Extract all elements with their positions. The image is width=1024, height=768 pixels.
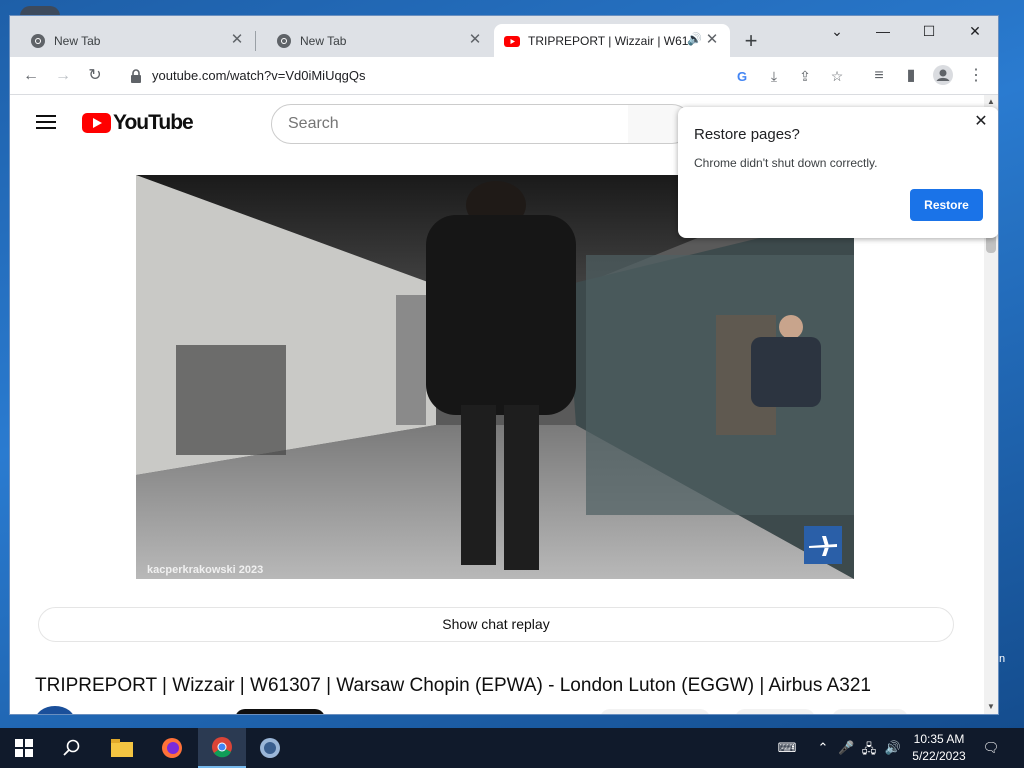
subscribe-button[interactable]: [235, 709, 325, 714]
reload-button[interactable]: ↻: [84, 65, 106, 87]
chrome-taskbar-button[interactable]: [198, 728, 246, 768]
lock-icon[interactable]: [128, 68, 144, 84]
file-explorer-button[interactable]: [98, 728, 146, 768]
chrome-favicon-icon: [276, 33, 292, 49]
share-icon[interactable]: ⇪: [796, 68, 814, 86]
new-tab-button[interactable]: +: [738, 29, 764, 55]
search-icon: [63, 739, 80, 756]
chrome-menu-icon[interactable]: ⋮: [965, 65, 987, 87]
tab-search-chevron-icon[interactable]: ⌄: [814, 16, 860, 46]
close-tab-icon[interactable]: ✕: [229, 32, 245, 48]
show-chat-replay-button[interactable]: Show chat replay: [38, 607, 954, 642]
share-button[interactable]: [735, 709, 815, 714]
desktop-edge-text: n: [999, 653, 1006, 665]
youtube-favicon-icon: [504, 33, 520, 49]
keyboard-icon[interactable]: ⌨: [776, 740, 798, 756]
system-clock[interactable]: 10:35 AM 5/22/2023: [908, 731, 970, 765]
scroll-down-arrow-icon[interactable]: ▼: [987, 702, 995, 711]
firefox-button[interactable]: [148, 728, 196, 768]
close-tab-icon[interactable]: ✕: [704, 32, 720, 48]
dialog-title: Restore pages?: [694, 126, 800, 143]
youtube-play-icon: [82, 113, 111, 133]
forward-button[interactable]: →: [52, 65, 74, 87]
notification-center-icon[interactable]: 🗨: [980, 740, 1002, 756]
bookmark-star-icon[interactable]: ☆: [828, 68, 846, 86]
svg-text:G: G: [737, 69, 747, 84]
tab-title: New Tab: [54, 33, 101, 48]
app-taskbar-button[interactable]: [246, 728, 294, 768]
url-text: youtube.com/watch?v=Vd0iMiUqgQs: [152, 68, 366, 83]
search-input[interactable]: [288, 115, 608, 133]
minimize-button[interactable]: —: [860, 16, 906, 46]
close-window-button[interactable]: ✕: [952, 16, 998, 46]
search-box[interactable]: [271, 104, 631, 144]
restore-pages-dialog: Restore pages? Chrome didn't shut down c…: [678, 107, 998, 238]
scroll-up-arrow-icon[interactable]: ▲: [987, 97, 995, 106]
google-lens-icon[interactable]: G: [734, 68, 752, 86]
tab-strip: New Tab ✕ New Tab ✕ TRIPREPORT | Wizzair…: [10, 16, 998, 57]
restore-button[interactable]: Restore: [910, 189, 983, 221]
folder-icon: [111, 739, 133, 757]
app-icon: [260, 738, 280, 758]
channel-plane-logo-icon: [804, 526, 842, 564]
menu-icon[interactable]: [36, 115, 56, 129]
firefox-icon: [162, 738, 182, 758]
clock-time: 10:35 AM: [913, 732, 965, 746]
video-watermark: kacperkrakowski 2023: [147, 564, 264, 576]
windows-logo-icon: [15, 739, 33, 757]
volume-icon[interactable]: 🔊: [884, 740, 902, 756]
network-icon[interactable]: 🖧: [860, 740, 878, 756]
like-button[interactable]: [600, 709, 710, 714]
maximize-button[interactable]: ☐: [906, 16, 952, 46]
windows-taskbar: ⌨ ⌃ 🎤 🖧 🔊 10:35 AM 5/22/2023 🗨: [0, 728, 1024, 768]
desktop-icon[interactable]: [20, 6, 60, 16]
search-taskbar-button[interactable]: [48, 728, 96, 768]
youtube-logo-text: YouTube: [113, 111, 194, 134]
video-title: TRIPREPORT | Wizzair | W61307 | Warsaw C…: [35, 675, 871, 696]
back-button[interactable]: ←: [20, 65, 42, 87]
tab-title: TRIPREPORT | Wizzair | W61307 | Warsaw C…: [528, 33, 688, 48]
chrome-icon: [212, 737, 232, 758]
tab-youtube-active[interactable]: TRIPREPORT | Wizzair | W61307 | Warsaw C…: [494, 24, 730, 57]
clock-date: 5/22/2023: [912, 749, 966, 763]
audio-playing-icon[interactable]: 🔊: [687, 32, 702, 46]
close-tab-icon[interactable]: ✕: [467, 32, 483, 48]
tab-new-tab-1[interactable]: New Tab ✕: [10, 24, 255, 57]
dialog-message: Chrome didn't shut down correctly.: [694, 156, 878, 170]
show-hidden-icons-chevron-icon[interactable]: ⌃: [814, 740, 832, 756]
more-actions-button[interactable]: [832, 709, 908, 714]
install-app-icon[interactable]: ⤓: [765, 68, 783, 86]
youtube-logo[interactable]: YouTube: [82, 111, 194, 135]
browser-toolbar: ← → ↻ youtube.com/watch?v=Vd0iMiUqgQs G …: [10, 57, 998, 95]
tab-new-tab-2[interactable]: New Tab ✕: [256, 24, 493, 57]
profile-avatar-icon[interactable]: [932, 65, 954, 87]
address-bar[interactable]: youtube.com/watch?v=Vd0iMiUqgQs G ⤓ ⇪ ☆: [120, 61, 860, 91]
close-dialog-icon[interactable]: ✕: [973, 114, 989, 130]
microphone-icon[interactable]: 🎤: [838, 740, 854, 756]
start-button[interactable]: [0, 728, 48, 768]
channel-avatar[interactable]: [35, 706, 75, 714]
chrome-window: New Tab ✕ New Tab ✕ TRIPREPORT | Wizzair…: [10, 16, 998, 714]
tab-title: New Tab: [300, 33, 347, 48]
media-control-icon[interactable]: ≡: [868, 65, 890, 87]
side-panel-icon[interactable]: ▮: [900, 65, 922, 87]
chrome-favicon-icon: [30, 33, 46, 49]
